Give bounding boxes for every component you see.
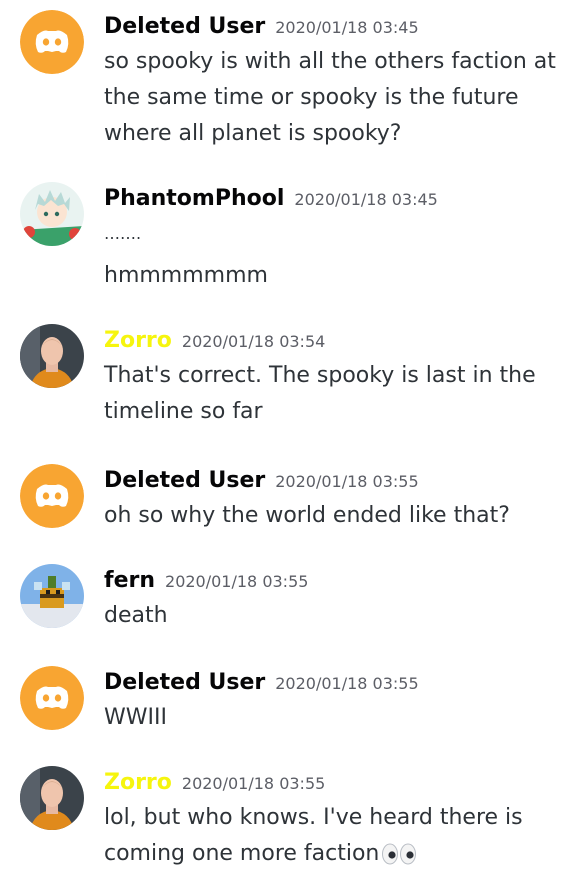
avatar[interactable]: [20, 464, 84, 528]
avatar[interactable]: [20, 666, 84, 730]
message-timestamp: 2020/01/18 03:55: [275, 472, 419, 491]
author-name[interactable]: PhantomPhool: [104, 186, 284, 211]
message-timestamp: 2020/01/18 03:55: [165, 572, 309, 591]
message-text: That's correct. The spooky is last in th…: [104, 363, 536, 424]
pixel-bee-avatar: [20, 564, 84, 628]
author-name[interactable]: Zorro: [104, 328, 172, 353]
author-name[interactable]: fern: [104, 568, 155, 593]
avatar[interactable]: [20, 10, 84, 74]
discord-logo-icon: [20, 666, 84, 730]
message-text: WWIII: [104, 705, 167, 730]
author-name[interactable]: Deleted User: [104, 14, 265, 39]
message-timestamp: 2020/01/18 03:54: [181, 332, 326, 351]
message-timestamp: 2020/01/18 03:45: [275, 18, 419, 37]
message-timestamp: 2020/01/18 03:45: [294, 190, 438, 209]
message-text: hmmmmmmm: [104, 263, 268, 288]
eyes-emoji: [382, 843, 417, 865]
avatar[interactable]: [20, 182, 84, 246]
message-text: lol, but who knows. I've heard there is …: [104, 800, 544, 872]
author-name[interactable]: Deleted User: [104, 670, 265, 695]
author-name[interactable]: Zorro: [104, 770, 172, 795]
chat-message-list: Deleted User 2020/01/18 03:45 so spooky i…: [0, 0, 580, 886]
message-timestamp: 2020/01/18 03:55: [275, 674, 419, 693]
discord-logo-icon: [20, 464, 84, 528]
avatar[interactable]: [20, 564, 84, 628]
avatar[interactable]: [20, 324, 84, 388]
person-photo-avatar: [20, 766, 84, 830]
message-text-content: lol, but who knows. I've heard there is …: [104, 805, 523, 866]
message-text: …….: [104, 224, 142, 243]
author-name[interactable]: Deleted User: [104, 468, 265, 493]
avatar[interactable]: [20, 766, 84, 830]
person-photo-avatar: [20, 324, 84, 388]
message-text: death: [104, 603, 168, 628]
message-text: oh so why the world ended like that?: [104, 503, 510, 528]
message-timestamp: 2020/01/18 03:55: [181, 774, 326, 793]
discord-logo-icon: [20, 10, 84, 74]
anime-character-avatar: [20, 182, 84, 246]
message-text: so spooky is with all the others faction…: [104, 49, 556, 146]
